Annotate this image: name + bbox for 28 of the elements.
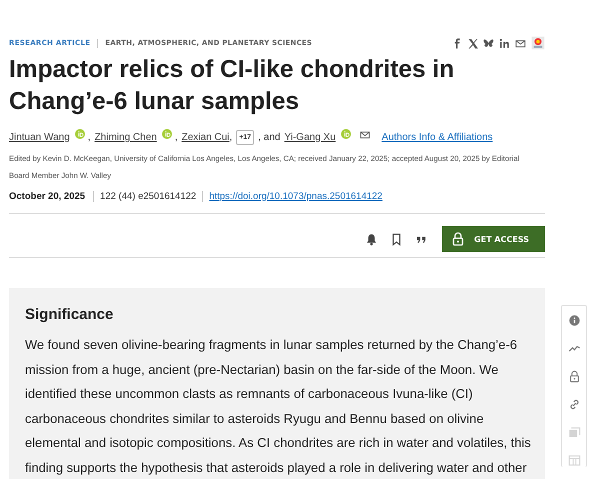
- author-link[interactable]: Zexian Cui: [182, 132, 230, 142]
- info-icon[interactable]: [568, 314, 580, 327]
- author-separator: ,: [174, 132, 178, 142]
- linkedin-icon[interactable]: [499, 38, 510, 48]
- get-access-button[interactable]: GET ACCESS: [442, 226, 545, 252]
- author-link[interactable]: Yi-Gang Xu: [284, 132, 336, 142]
- author-separator: ,: [229, 132, 232, 142]
- x-icon[interactable]: [467, 38, 478, 48]
- bell-icon[interactable]: [365, 232, 378, 246]
- badge-icon[interactable]: [531, 36, 545, 50]
- bookmark-icon[interactable]: [390, 232, 404, 246]
- publication-date: October 20, 2025: [9, 190, 94, 202]
- citation: 122 (44) e2501614122: [94, 190, 204, 202]
- link-icon[interactable]: [568, 398, 580, 411]
- author-link[interactable]: Zhiming Chen: [94, 132, 157, 142]
- article-title: Impactor relics of CI-like chondrites in Chang’e-6 lunar samples: [9, 55, 456, 117]
- lock-icon: [452, 232, 464, 246]
- significance-text: We found seven olivine-bearing fragments in lunar samples returned by the Chang’e-6 mission from a huge, ancient (pre-Nectarian) basin on the far-side of the Moon. We identified these uncommon clasts as remnants of carbonaceous Ivuna-like (CI) carbonaceous chondrites similar to asteroids Ryugu and Bennu based on olivine elemental and isotopic compositions. As CI chondrites are rich in water and volatiles, this finding supports the hypothesis that asteroids played a role in delivering water and other: [25, 336, 531, 477]
- author-link[interactable]: Jintuan Wang: [9, 132, 70, 142]
- doi-link[interactable]: https://doi.org/10.1073/pnas.2501614122: [203, 190, 382, 202]
- section-heading: Significance: [25, 306, 114, 323]
- author-separator: ,: [88, 132, 91, 142]
- author-separator: , and: [258, 132, 280, 142]
- affiliations-link[interactable]: Authors Info & Affiliations: [382, 132, 493, 142]
- email-icon[interactable]: [360, 130, 370, 138]
- lock-icon[interactable]: [568, 370, 580, 383]
- butterfly-icon[interactable]: [483, 38, 494, 48]
- email-icon[interactable]: [515, 38, 526, 48]
